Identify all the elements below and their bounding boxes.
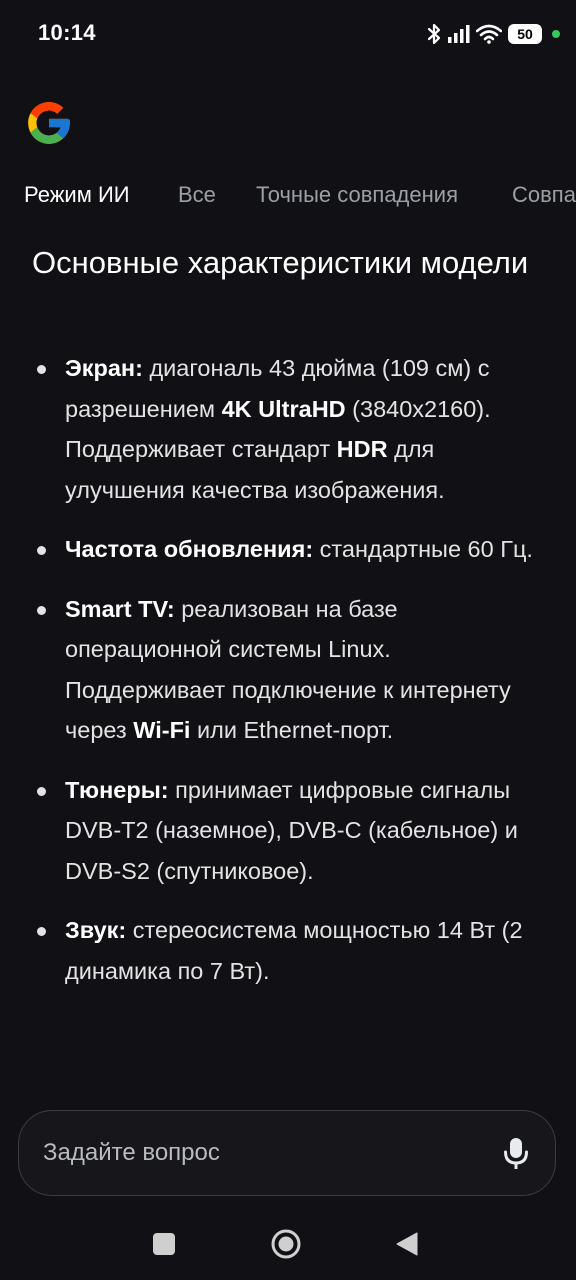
section-heading: Основные характеристики модели bbox=[32, 245, 529, 280]
recents-square-icon[interactable] bbox=[152, 1232, 176, 1261]
tab-exact-matches[interactable]: Точные совпадения bbox=[256, 182, 458, 208]
list-item-screen: Экран: диагональ 43 дюйма (109 см) с раз… bbox=[0, 348, 576, 510]
battery-icon: 50 bbox=[508, 24, 542, 44]
list-item-smart-tv: Smart TV: реализован на базе операционно… bbox=[0, 589, 576, 751]
specs-list: Экран: диагональ 43 дюйма (109 см) с раз… bbox=[0, 348, 576, 1010]
item-label: Тюнеры: bbox=[65, 776, 169, 803]
signal-icon bbox=[448, 24, 470, 44]
item-bold-text: HDR bbox=[336, 436, 388, 462]
item-bold-text: 4K UltraHD bbox=[221, 395, 346, 422]
item-text: стереосистема мощностью 14 Вт (2 динамик… bbox=[65, 917, 523, 984]
ask-bar[interactable] bbox=[18, 1110, 556, 1196]
wifi-icon bbox=[476, 24, 502, 44]
item-text: или Ethernet-порт. bbox=[190, 717, 394, 743]
item-label: Экран: bbox=[65, 355, 143, 381]
back-triangle-icon[interactable] bbox=[396, 1232, 418, 1261]
system-nav-bar bbox=[0, 1212, 576, 1280]
microphone-icon[interactable] bbox=[503, 1137, 529, 1171]
ask-question-input[interactable] bbox=[43, 1133, 483, 1173]
tab-all[interactable]: Все bbox=[178, 182, 216, 208]
tab-matches-truncated[interactable]: Совпа bbox=[512, 182, 576, 208]
item-bold-text: Wi-Fi bbox=[133, 717, 191, 743]
item-label: Smart TV: bbox=[65, 595, 175, 622]
privacy-indicator-dot bbox=[552, 30, 560, 38]
google-logo[interactable] bbox=[24, 98, 74, 148]
home-circle-icon[interactable] bbox=[270, 1228, 302, 1265]
list-item-tuners: Тюнеры: принимает цифровые сигналы DVB-T… bbox=[0, 770, 576, 892]
status-icons: 50 bbox=[426, 20, 560, 48]
list-item-refresh-rate: Частота обновления: стандартные 60 Гц. bbox=[0, 529, 576, 570]
status-time: 10:14 bbox=[38, 20, 96, 45]
item-label: Звук: bbox=[65, 917, 127, 943]
tab-ai-mode[interactable]: Режим ИИ bbox=[24, 182, 130, 208]
ai-answer-content[interactable]: Основные характеристики модели Экран: ди… bbox=[0, 232, 576, 1092]
search-tabs: Режим ИИ Все Точные совпадения Совпа bbox=[0, 178, 576, 218]
status-bar: 10:14 50 bbox=[0, 0, 576, 70]
list-item-sound: Звук: стереосистема мощностью 14 Вт (2 д… bbox=[0, 910, 576, 991]
bluetooth-icon bbox=[426, 23, 442, 45]
item-label: Частота обновления: bbox=[65, 536, 314, 562]
item-text: стандартные 60 Гц. bbox=[313, 536, 533, 562]
